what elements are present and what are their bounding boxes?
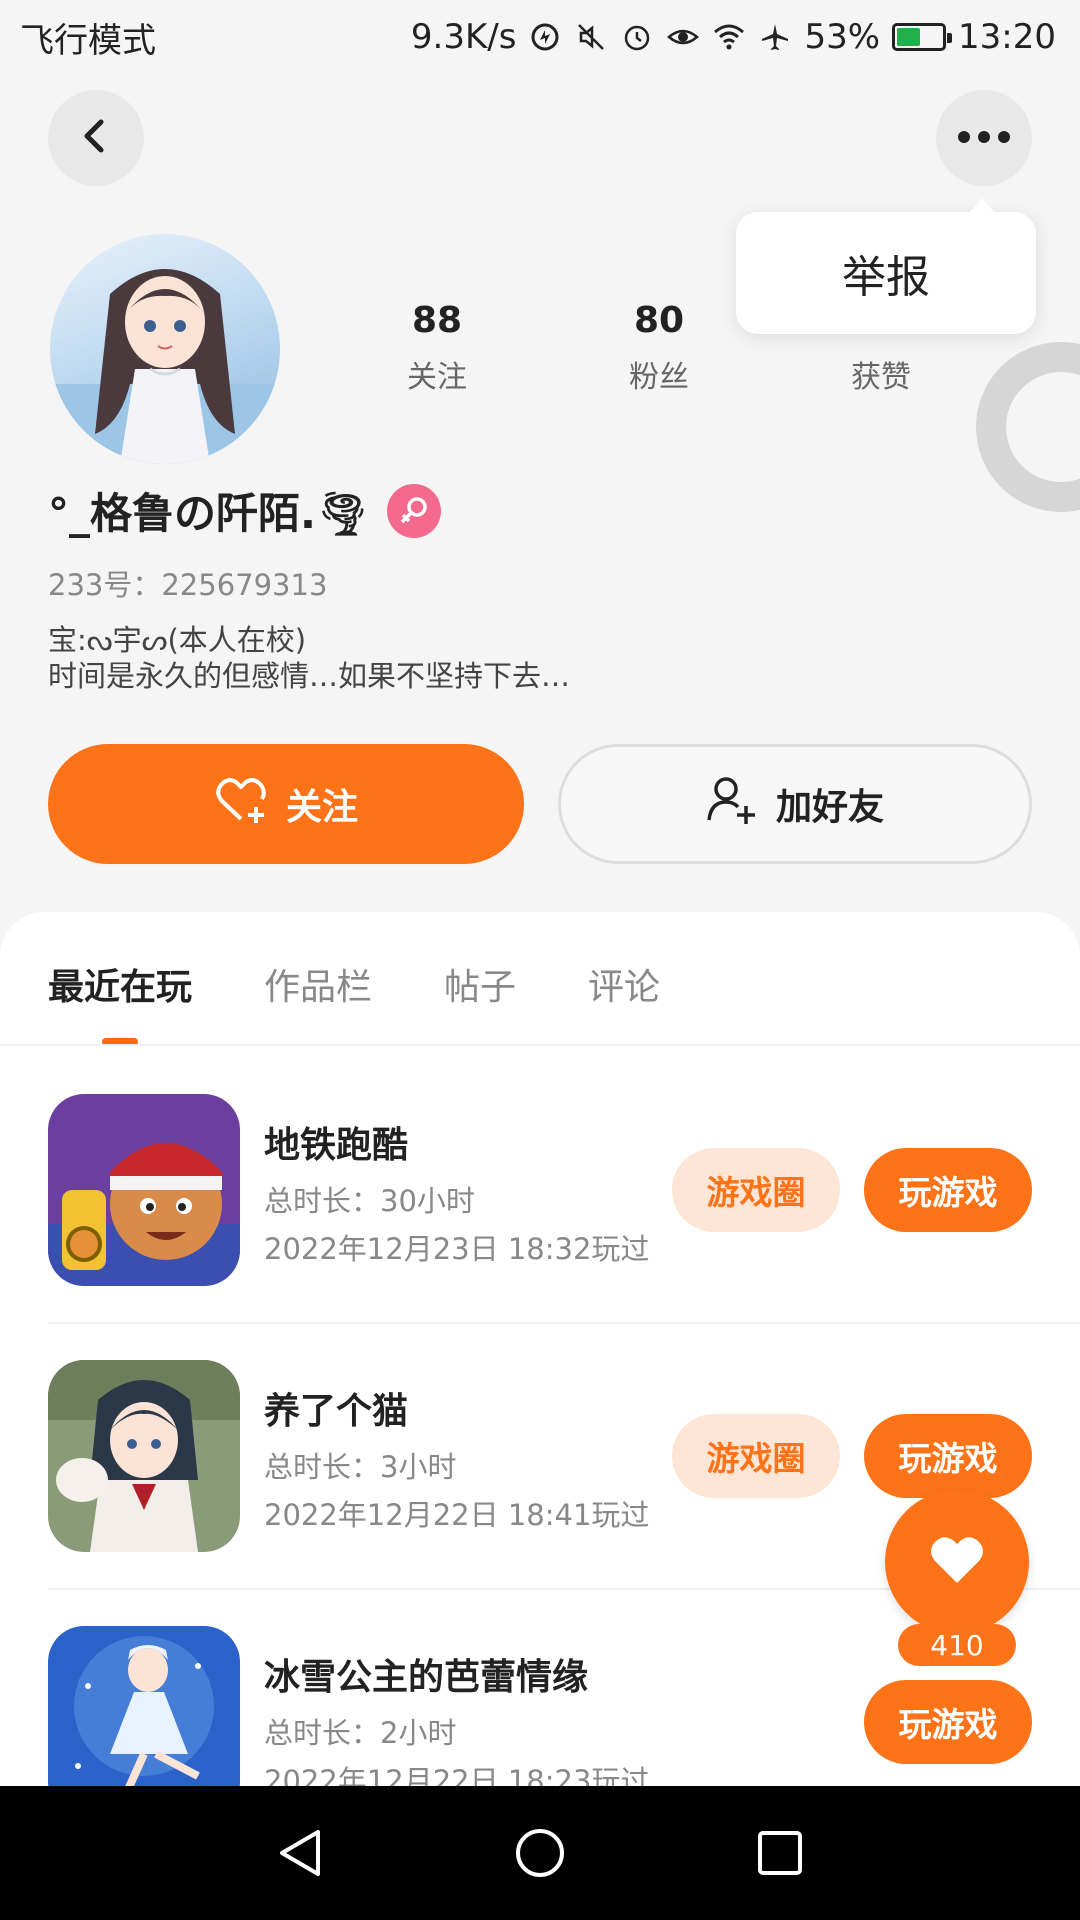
heart-plus-icon: [214, 775, 268, 834]
mute-icon: [574, 20, 608, 54]
game-item-subway-surfers[interactable]: 地铁跑酷 总时长：30小时 2022年12月23日 18:32玩过 游戏圈 玩游…: [48, 1094, 1080, 1286]
avatar-illustration: [50, 269, 280, 464]
add-friend-button-label: 加好友: [775, 787, 884, 828]
item-divider: [48, 1322, 1080, 1324]
nav-home-icon: [516, 1829, 564, 1877]
more-icon: [956, 129, 1012, 148]
user-plus-icon: [706, 774, 758, 835]
stat-fans-value: 80: [633, 300, 685, 341]
status-bar: 飞行模式 9.3K/s 53% 13:20: [0, 0, 1080, 74]
alarm-icon: [620, 20, 654, 54]
game-duration: 总时长：2小时: [264, 1716, 457, 1750]
female-gender-icon: [387, 483, 442, 538]
battery-percent: 53%: [804, 17, 881, 57]
follow-button[interactable]: 关注: [48, 744, 524, 864]
game-title: 冰雪公主的芭蕾情缘: [264, 1657, 589, 1698]
avatar[interactable]: [50, 234, 280, 464]
nav-back-button[interactable]: [265, 1818, 335, 1888]
play-game-button[interactable]: 玩游戏: [864, 1414, 1032, 1498]
stat-following-label: 关注: [407, 360, 467, 395]
play-game-button[interactable]: 玩游戏: [864, 1148, 1032, 1232]
battery-icon: [892, 23, 953, 51]
stat-likes-label: 获赞: [851, 360, 911, 395]
nav-back-icon: [280, 1830, 320, 1876]
stat-fans-label: 粉丝: [629, 360, 689, 395]
status-icons: 9.3K/s 53% 13:20: [411, 17, 1056, 57]
game-icon: [48, 1094, 240, 1286]
nav-recent-button[interactable]: [745, 1818, 815, 1888]
stat-likes-value: [791, 300, 971, 346]
stat-fans[interactable]: 80 粉丝: [569, 300, 749, 396]
game-info: 地铁跑酷 总时长：30小时 2022年12月23日 18:32玩过: [264, 1116, 684, 1268]
tab-posts[interactable]: 帖子: [444, 958, 516, 1010]
bio-line-2: 时间是永久的但感情…如果不坚持下去…: [48, 659, 571, 693]
airplane-icon: [758, 20, 792, 54]
tab-comments[interactable]: 评论: [588, 958, 660, 1010]
game-last-played: 2022年12月23日 18:32玩过: [264, 1232, 650, 1266]
game-circle-button[interactable]: 游戏圈: [672, 1148, 840, 1232]
game-duration: 总时长：3小时: [264, 1450, 457, 1484]
heart-icon: [927, 1533, 987, 1591]
game-info: 冰雪公主的芭蕾情缘 总时长：2小时 2022年12月22日 18:23玩过: [264, 1648, 684, 1800]
bio: 宝:ᔓ宇ᔕ(本人在校) 时间是永久的但感情…如果不坚持下去…: [48, 622, 570, 694]
profile-page: 飞行模式 9.3K/s 53% 13:20 举报 88 关注 80 粉丝 获赞 …: [0, 0, 1080, 1920]
game-title: 养了个猫: [264, 1391, 409, 1432]
tab-recently-played[interactable]: 最近在玩: [48, 958, 192, 1010]
back-icon: [76, 116, 116, 160]
user-id: 233号：225679313: [48, 568, 328, 602]
data-saver-icon: [528, 20, 562, 54]
loading-ring: [976, 342, 1080, 512]
nav-recent-icon: [758, 1831, 802, 1875]
net-speed: 9.3K/s: [410, 17, 517, 57]
wifi-icon: [712, 20, 746, 54]
stat-likes[interactable]: 获赞: [791, 300, 971, 396]
follow-button-label: 关注: [285, 787, 358, 828]
add-friend-button[interactable]: 加好友: [558, 744, 1032, 864]
game-circle-button[interactable]: 游戏圈: [672, 1414, 840, 1498]
stat-following-value: 88: [411, 300, 463, 341]
tab-bar: 最近在玩 作品栏 帖子 评论: [48, 958, 660, 1010]
game-last-played: 2022年12月22日 18:41玩过: [264, 1498, 650, 1532]
stat-following[interactable]: 88 关注: [347, 300, 527, 396]
game-title: 地铁跑酷: [264, 1125, 409, 1166]
name-row: °_格鲁の阡陌.🌪: [48, 480, 442, 541]
username: °_格鲁の阡陌.🌪: [48, 489, 370, 538]
play-game-button[interactable]: 玩游戏: [864, 1680, 1032, 1764]
tab-divider: [0, 1044, 1080, 1046]
bio-line-1: 宝:ᔓ宇ᔕ(本人在校): [48, 623, 307, 657]
game-info: 养了个猫 总时长：3小时 2022年12月22日 18:41玩过: [264, 1382, 684, 1534]
clock: 13:20: [958, 17, 1056, 57]
like-fab-button[interactable]: [885, 1490, 1029, 1634]
content-card: 最近在玩 作品栏 帖子 评论 地铁跑酷 总时长：30小时 2022年12月23日…: [0, 912, 1080, 1920]
game-duration: 总时长：30小时: [264, 1184, 475, 1218]
airplane-mode-label: 飞行模式: [20, 20, 156, 61]
more-button[interactable]: [936, 90, 1032, 186]
like-count: 410: [898, 1624, 1016, 1666]
system-nav-bar: [0, 1786, 1080, 1920]
eye-icon: [666, 20, 700, 54]
back-button[interactable]: [48, 90, 144, 186]
battery-level-fill: [897, 28, 921, 46]
game-icon: [48, 1360, 240, 1552]
nav-home-button[interactable]: [505, 1818, 575, 1888]
tab-works[interactable]: 作品栏: [264, 958, 372, 1010]
